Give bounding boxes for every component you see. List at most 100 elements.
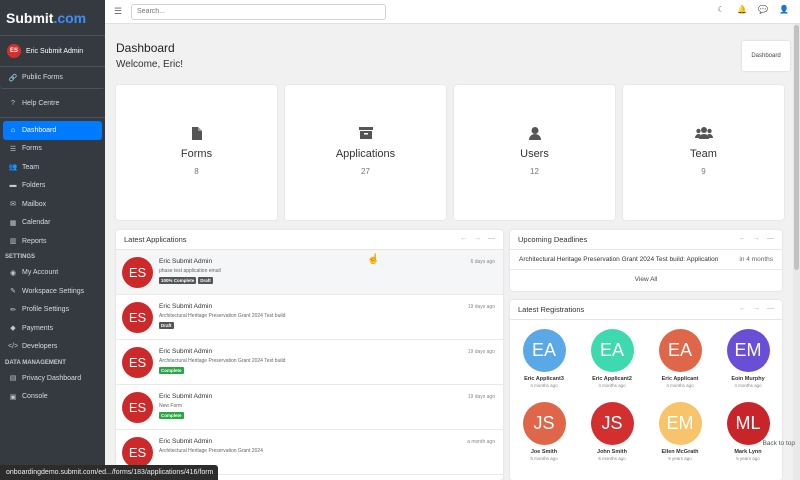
breadcrumb[interactable]: Dashboard [742, 41, 790, 71]
avatar: EA [590, 329, 634, 372]
avatar: ES [122, 257, 153, 288]
sidebar-item-public-forms[interactable]: 🔗 Public Forms [0, 67, 105, 89]
sidebar-item-label: Reports [22, 237, 47, 245]
application-date: a month ago [467, 439, 495, 445]
registrant-name: Ellen McGrath [661, 449, 699, 455]
chat-icon[interactable]: 💬 [757, 5, 769, 14]
registration-item[interactable]: EM Ellen McGrath 5 years ago [650, 402, 710, 461]
moon-icon[interactable]: ☾ [715, 5, 727, 14]
sidebar-item-privacy-dashboard[interactable]: ▤ Privacy Dashboard [0, 369, 105, 388]
sidebar-user[interactable]: ES Eric Submit Admin [0, 36, 105, 67]
arrow-left-icon[interactable]: ← [739, 305, 746, 312]
user-name: Eric Submit Admin [26, 47, 84, 55]
sidebar-item-label: Privacy Dashboard [22, 374, 82, 382]
registrant-name: Mark Lynn [734, 449, 762, 455]
bell-icon[interactable]: 🔔 [736, 5, 748, 14]
application-date: 6 days ago [470, 259, 495, 265]
application-row[interactable]: ES Eric Submit Admin Architectural Herit… [116, 295, 503, 340]
application-row[interactable]: ES Eric Submit Admin New Form Complete 1… [116, 385, 503, 430]
scrollbar-thumb[interactable] [794, 25, 799, 270]
arrow-right-icon[interactable]: → [474, 235, 481, 242]
hamburger-menu-icon[interactable]: ☰ [105, 6, 131, 17]
registration-item[interactable]: JS Joe Smith 5 months ago [514, 402, 574, 461]
sidebar-item-folders[interactable]: ▬ Folders [0, 177, 105, 196]
application-date: 19 days ago [467, 304, 495, 310]
card-tools: ← → — [739, 235, 774, 242]
top-navbar: ☰ ☾ 🔔 💬 👤 [105, 0, 800, 24]
sidebar-item-reports[interactable]: ▥ Reports [0, 232, 105, 251]
sidebar-item-payments[interactable]: ◆ Payments [0, 319, 105, 338]
sidebar-item-mailbox[interactable]: ✉ Mailbox [0, 195, 105, 214]
deadline-due: in 4 months [739, 256, 773, 263]
sidebar-item-developers[interactable]: </> Developers [0, 338, 105, 357]
avatar: EA [658, 329, 702, 372]
avatar: ML [726, 402, 770, 445]
arrow-left-icon[interactable]: ← [739, 235, 746, 242]
sidebar: Submit .com ES Eric Submit Admin 🔗 Public… [0, 0, 105, 480]
console-icon: ▣ [9, 393, 17, 401]
status-badge: Complete [159, 412, 184, 419]
registration-item[interactable]: ML Mark Lynn 5 years ago [718, 402, 778, 461]
back-to-top-link[interactable]: Back to top [762, 440, 795, 447]
avatar: ES [122, 302, 153, 333]
applicant-name: Eric Submit Admin [159, 303, 213, 310]
sidebar-item-team[interactable]: 👥 Team [0, 158, 105, 177]
code-icon: </> [8, 343, 19, 351]
minus-icon[interactable]: — [767, 305, 774, 312]
sidebar-item-workspace-settings[interactable]: ✎ Workspace Settings [0, 282, 105, 301]
sidebar-item-calendar[interactable]: ▦ Calendar [0, 214, 105, 233]
application-date: 19 days ago [467, 394, 495, 400]
sidebar-item-profile-settings[interactable]: ✏ Profile Settings [0, 301, 105, 320]
registration-item[interactable]: JS John Smith 5 months ago [582, 402, 642, 461]
registration-time: 4 months ago [666, 383, 694, 388]
chart-icon: ▥ [9, 238, 17, 246]
folder-icon: ▬ [9, 182, 17, 190]
file-icon [116, 127, 277, 143]
avatar: ES [122, 347, 153, 378]
registration-item[interactable]: EA Eric Applicant3 4 months ago [514, 329, 574, 388]
deadline-row[interactable]: Architectural Heritage Preservation Gran… [510, 250, 782, 270]
sidebar-item-dashboard[interactable]: ⌂ Dashboard [3, 121, 102, 140]
registration-item[interactable]: EM Eoin Murphy 4 months ago [718, 329, 778, 388]
wrench-icon: ✎ [10, 288, 16, 296]
registration-item[interactable]: EA Eric Applicant 4 months ago [650, 329, 710, 388]
arrow-right-icon[interactable]: → [753, 305, 760, 312]
sidebar-item-help-centre[interactable]: ? Help Centre [0, 92, 105, 114]
brand-suffix: .com [53, 9, 87, 26]
stat-label: Team [690, 148, 717, 160]
user-icon[interactable]: 👤 [778, 5, 790, 14]
status-badge: 100% Complete [159, 277, 197, 284]
registration-time: 4 months ago [598, 383, 626, 388]
stat-card-team[interactable]: Team 9 [623, 85, 784, 220]
registration-item[interactable]: EA Eric Applicant2 4 months ago [582, 329, 642, 388]
minus-icon[interactable]: — [767, 235, 774, 242]
sidebar-item-console[interactable]: ▣ Console [0, 388, 105, 407]
brand-name: Submit [6, 9, 54, 26]
application-form: Architectural Heritage Preservation Gran… [159, 448, 263, 454]
avatar: ES [122, 392, 153, 423]
stat-card-applications[interactable]: Applications 27 [285, 85, 446, 220]
avatar: JS [522, 402, 566, 445]
sidebar-item-label: Console [22, 393, 48, 401]
page-scrollbar[interactable] [793, 24, 800, 480]
brand-logo[interactable]: Submit .com [0, 0, 105, 36]
application-row[interactable]: ES Eric Submit Admin phase test applicat… [116, 250, 503, 295]
arrow-right-icon[interactable]: → [753, 235, 760, 242]
minus-icon[interactable]: — [488, 235, 495, 242]
badges: Complete [159, 412, 184, 419]
sidebar-item-forms[interactable]: ☰ Forms [0, 140, 105, 159]
arrow-left-icon[interactable]: ← [460, 235, 467, 242]
sidebar-item-my-account[interactable]: ◉ My Account [0, 264, 105, 283]
avatar: EM [726, 329, 770, 372]
badges: Complete [159, 367, 184, 374]
data-management-header: DATA MANAGEMENT [5, 359, 66, 366]
sidebar-item-label: Profile Settings [22, 306, 70, 314]
view-all-link[interactable]: View All [510, 270, 782, 288]
registrant-name: Joe Smith [530, 449, 558, 455]
stat-card-forms[interactable]: Forms 8 [116, 85, 277, 220]
database-icon: ▤ [9, 375, 17, 383]
stat-card-users[interactable]: Users 12 [454, 85, 615, 220]
application-row[interactable]: ES Eric Submit Admin Architectural Herit… [116, 340, 503, 385]
stat-label: Forms [180, 148, 213, 160]
search-input[interactable] [131, 3, 386, 20]
